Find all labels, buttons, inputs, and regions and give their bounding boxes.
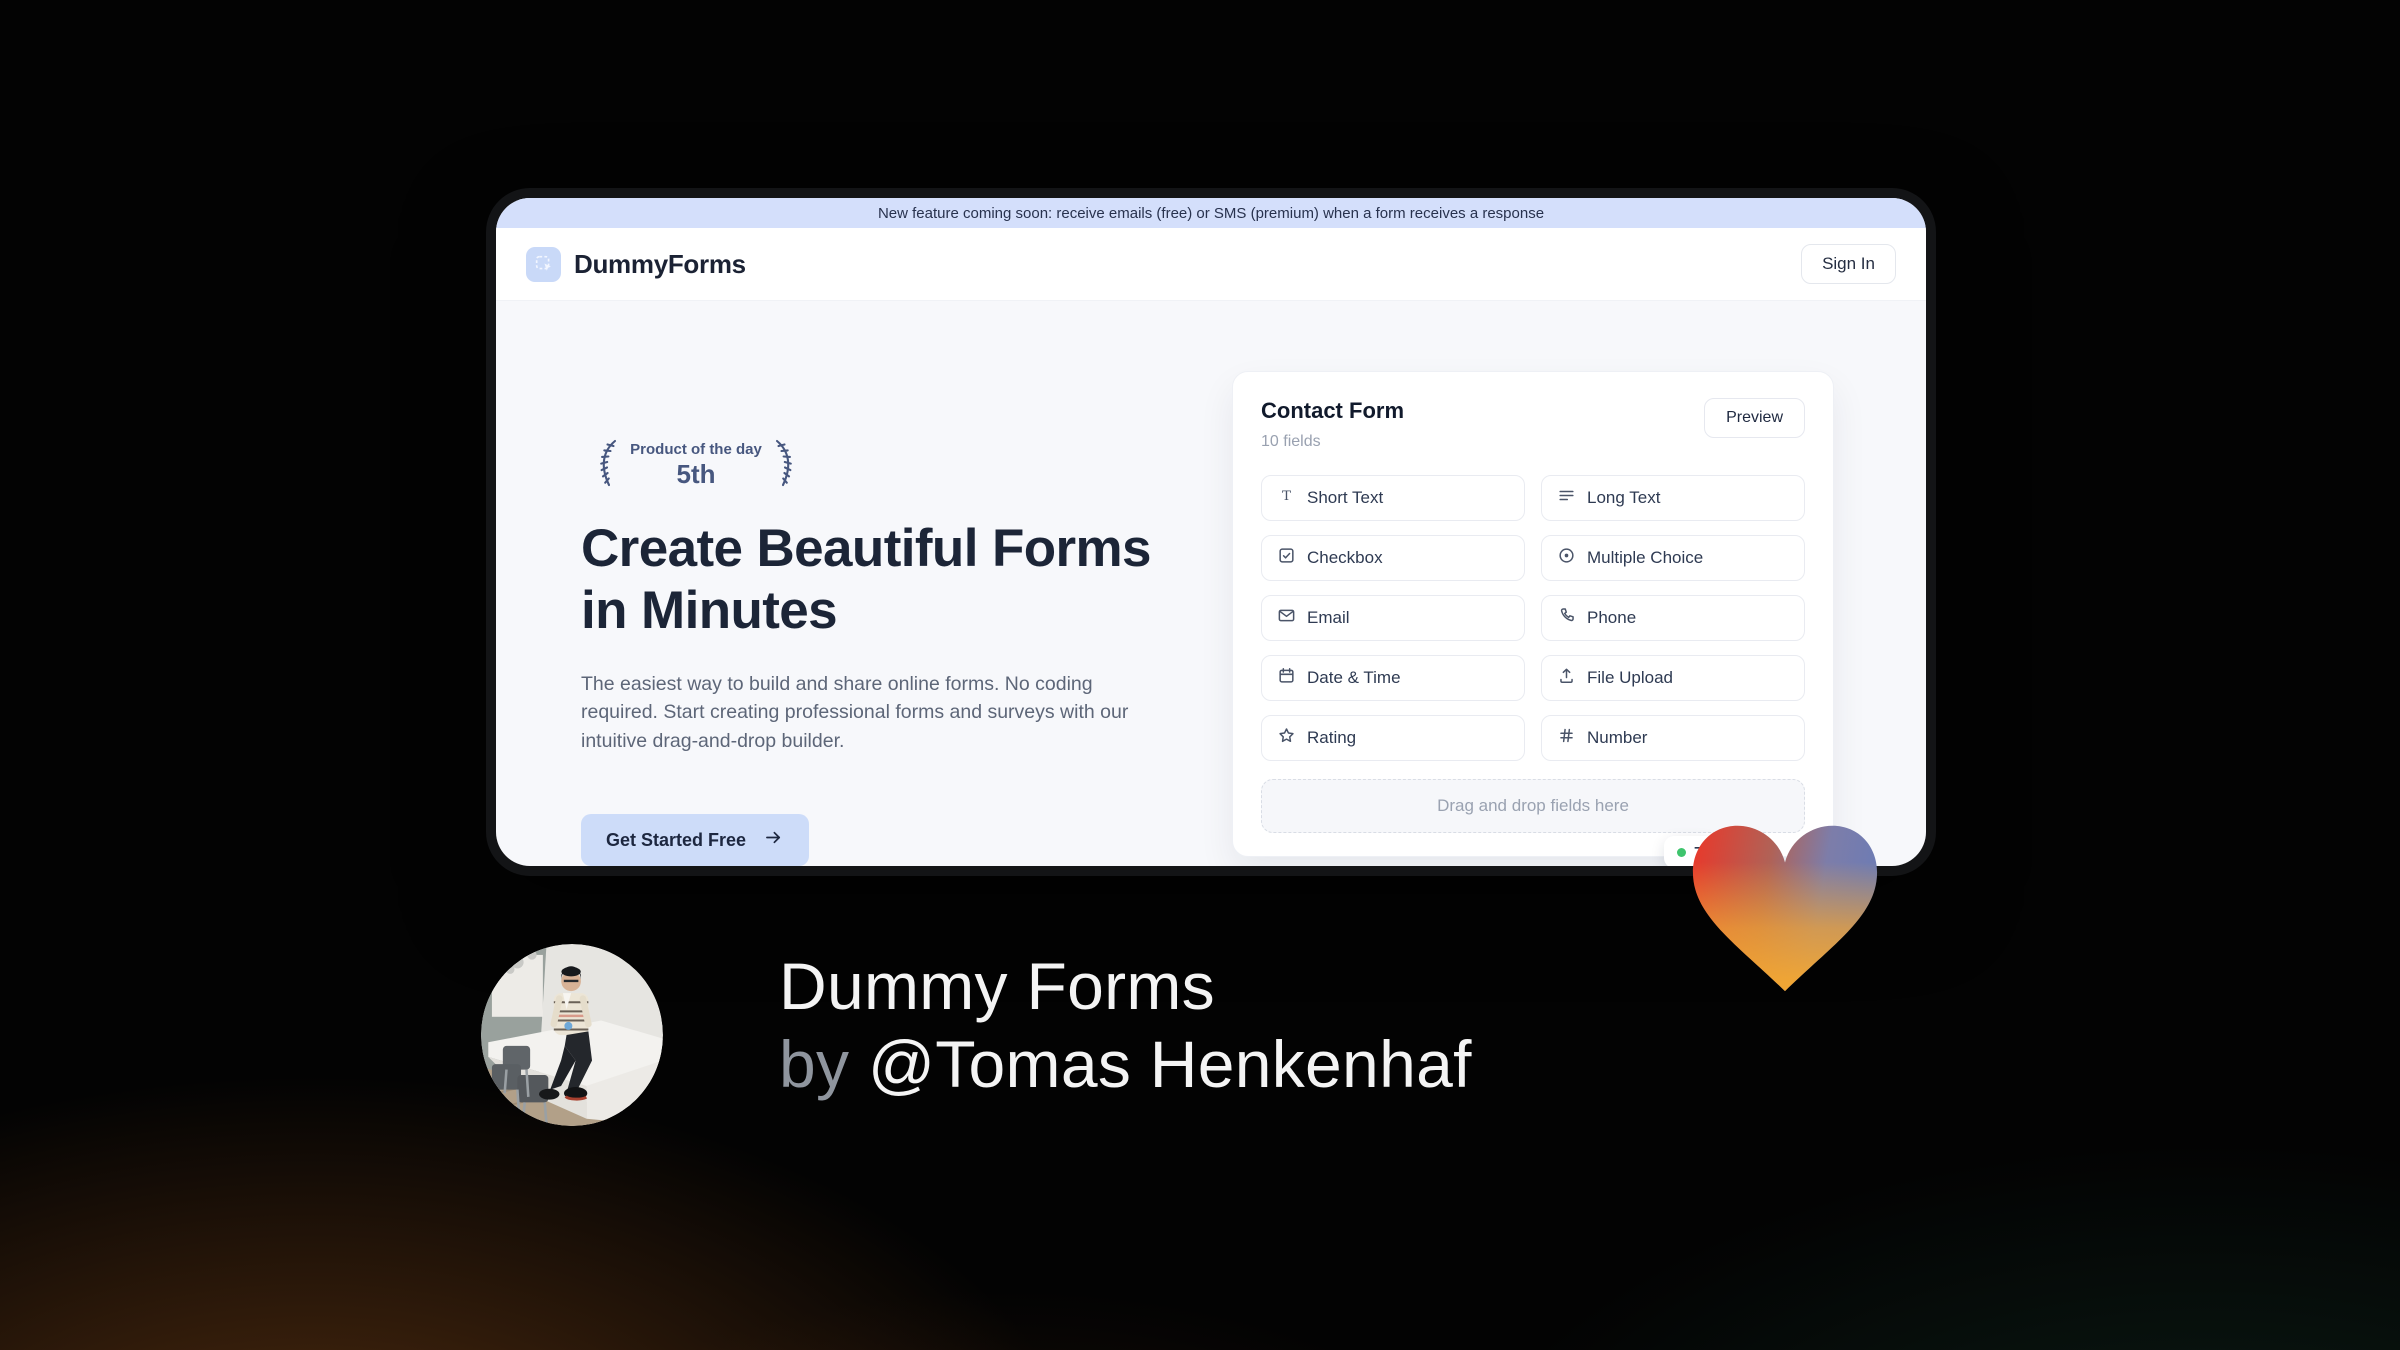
award-rank: 5th	[676, 459, 716, 489]
gradient-heart-icon	[1686, 810, 1884, 1002]
hero-heading: Create Beautiful Forms in Minutes	[581, 519, 1152, 640]
byline-prefix: by	[779, 1026, 850, 1101]
star-icon	[1277, 726, 1296, 750]
promo-caption: Dummy Forms by @Tomas Henkenhaf	[779, 948, 1472, 1104]
byline-author: @Tomas Henkenhaf	[867, 1026, 1472, 1101]
field-button-multiple-choice[interactable]: Multiple Choice	[1541, 535, 1805, 581]
radio-icon	[1557, 546, 1576, 570]
long-text-icon	[1557, 486, 1576, 510]
announcement-text: New feature coming soon: receive emails …	[877, 204, 1545, 222]
phone-icon	[1557, 606, 1576, 630]
field-button-number[interactable]: Number	[1541, 715, 1805, 761]
upload-icon	[1557, 666, 1576, 690]
laurel-left-icon	[592, 437, 620, 494]
dropzone-text: Drag and drop fields here	[1437, 796, 1629, 815]
form-title: Contact Form	[1261, 398, 1404, 423]
field-button-date-time[interactable]: Date & Time	[1261, 655, 1525, 701]
field-button-long-text[interactable]: Long Text	[1541, 475, 1805, 521]
field-count: 10 fields	[1261, 433, 1321, 450]
field-label: Date & Time	[1307, 668, 1401, 687]
dummyforms-page: New feature coming soon: receive emails …	[496, 198, 1926, 866]
hero-section: Product of the day 5th Create Beautiful …	[496, 301, 1926, 866]
brand-name: DummyForms	[574, 248, 746, 279]
field-palette: T Short Text Long Text Checkbox Multiple Cho…	[1261, 475, 1805, 761]
promo-product-name: Dummy Forms	[779, 949, 1215, 1023]
calendar-icon	[1277, 666, 1296, 690]
get-started-label: Get Started Free	[606, 829, 747, 850]
field-label: Checkbox	[1307, 548, 1383, 567]
checkbox-icon	[1277, 546, 1296, 570]
field-label: Number	[1587, 728, 1648, 747]
author-avatar	[481, 944, 663, 1126]
card-header: Contact Form 10 fields Preview	[1261, 398, 1805, 451]
announcement-banner: New feature coming soon: receive emails …	[496, 198, 1926, 228]
hash-icon	[1557, 726, 1576, 750]
site-header: DummyForms Sign In	[496, 228, 1926, 301]
browser-window: New feature coming soon: receive emails …	[486, 188, 1936, 876]
field-label: File Upload	[1587, 668, 1673, 687]
product-of-the-day-badge: Product of the day 5th	[581, 437, 811, 494]
short-text-icon: T	[1277, 486, 1296, 510]
get-started-button[interactable]: Get Started Free	[581, 814, 810, 866]
card-header-left: Contact Form 10 fields	[1261, 398, 1404, 451]
award-title: Product of the day	[630, 441, 762, 458]
preview-button[interactable]: Preview	[1704, 398, 1805, 438]
promo-canvas: New feature coming soon: receive emails …	[0, 0, 2400, 1350]
field-label: Multiple Choice	[1587, 548, 1704, 567]
field-button-email[interactable]: Email	[1261, 595, 1525, 641]
field-label: Short Text	[1307, 488, 1384, 507]
dummyforms-logo-icon	[526, 246, 561, 282]
field-button-checkbox[interactable]: Checkbox	[1261, 535, 1525, 581]
hero-description: The easiest way to build and share onlin…	[581, 673, 1129, 752]
email-icon	[1277, 606, 1296, 630]
svg-text:T: T	[1282, 489, 1291, 504]
promo-byline: by @Tomas Henkenhaf	[779, 1026, 1472, 1104]
status-dot-icon	[1677, 847, 1686, 857]
sign-in-button[interactable]: Sign In	[1801, 244, 1896, 284]
hero-copy: Product of the day 5th Create Beautiful …	[581, 437, 1181, 866]
field-label: Rating	[1307, 728, 1357, 747]
brand[interactable]: DummyForms	[526, 246, 746, 282]
form-builder-card: Contact Form 10 fields Preview T Short Te…	[1232, 371, 1834, 866]
field-button-phone[interactable]: Phone	[1541, 595, 1805, 641]
field-label: Email	[1307, 608, 1350, 627]
laurel-right-icon	[772, 437, 800, 494]
field-button-rating[interactable]: Rating	[1261, 715, 1525, 761]
field-label: Phone	[1587, 608, 1637, 627]
field-button-short-text[interactable]: T Short Text	[1261, 475, 1525, 521]
field-button-file-upload[interactable]: File Upload	[1541, 655, 1805, 701]
field-label: Long Text	[1587, 488, 1661, 507]
award-text: Product of the day 5th	[630, 441, 762, 490]
arrow-right-icon	[763, 827, 784, 853]
